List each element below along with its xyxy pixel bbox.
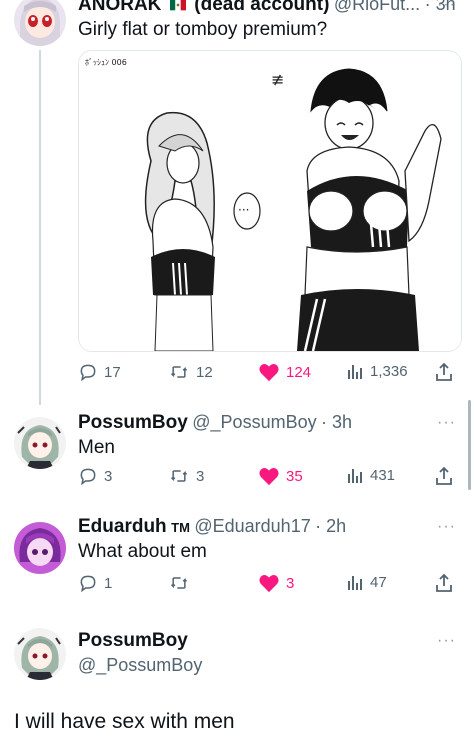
tweet3-text: What about em [78, 541, 207, 562]
profile-handle[interactable]: @_PossumBoy [78, 655, 202, 676]
heart-icon [259, 468, 279, 486]
artist-signature: ﾎﾞｯｼｭﾝ 006 [85, 58, 127, 67]
reply-count: 17 [104, 363, 121, 381]
like-count: 3 [286, 574, 295, 592]
tweet2-text: Men [78, 437, 115, 458]
tweet1-header: ANORAK (dead account) @RioFut... · 3h [78, 0, 456, 16]
retweet-icon [170, 366, 188, 378]
retweet-count: 3 [196, 467, 205, 485]
like-button[interactable]: 35 [258, 466, 303, 486]
retweet-button[interactable] [168, 573, 196, 593]
reply-icon [80, 468, 96, 486]
views-count: 47 [370, 573, 387, 591]
more-options-icon[interactable]: ··· [437, 518, 456, 536]
thread-connector [39, 50, 41, 405]
reply-count: 3 [104, 467, 113, 485]
views-count: 1,336 [370, 362, 408, 380]
like-button[interactable]: 124 [258, 362, 311, 382]
tweet3-actions: 1 3 47 [78, 573, 460, 597]
views-icon [348, 469, 362, 483]
retweet-icon [170, 577, 188, 589]
timestamp[interactable]: · 3h [321, 412, 352, 432]
share-button[interactable] [434, 466, 454, 486]
views-icon [348, 365, 362, 379]
views-count: 431 [370, 466, 396, 484]
share-button[interactable] [434, 573, 454, 593]
heart-icon [259, 575, 279, 593]
tweet2-header: PossumBoy @_PossumBoy · 3h [78, 412, 352, 434]
mexico-flag-icon [169, 0, 186, 11]
name-suffix: TM [171, 520, 190, 535]
share-icon [436, 466, 452, 485]
share-icon [436, 362, 452, 381]
motion-mark: ≢ [271, 70, 284, 89]
more-options-icon[interactable]: ··· [437, 0, 456, 14]
like-count: 35 [286, 467, 303, 485]
retweet-count: 12 [196, 363, 213, 381]
share-button[interactable] [434, 362, 454, 382]
display-name[interactable]: Eduarduh [78, 516, 167, 537]
heart-icon [259, 364, 279, 382]
tweet2-actions: 3 3 35 431 [78, 466, 460, 490]
like-button[interactable]: 3 [258, 573, 294, 593]
reply-count: 1 [104, 574, 113, 592]
avatar-possumboy-profile[interactable] [14, 628, 66, 680]
handle[interactable]: @RioFut... [334, 0, 420, 14]
tweet1-actions: 17 12 124 1,336 [78, 362, 460, 386]
reply-button[interactable]: 17 [78, 362, 121, 382]
more-options-icon[interactable]: ··· [437, 632, 456, 650]
reply-icon [80, 364, 96, 382]
display-name[interactable]: ANORAK [78, 0, 161, 15]
reply-icon [80, 575, 96, 593]
more-options-icon[interactable]: ··· [437, 414, 456, 432]
handle[interactable]: @Eduarduh17 [194, 516, 310, 536]
avatar-anorak[interactable] [14, 0, 66, 46]
share-icon [436, 573, 452, 592]
tweet1-text: Girly flat or tomboy premium? [78, 19, 328, 40]
retweet-icon [170, 470, 188, 482]
tweet3-header: Eduarduh TM @Eduarduh17 · 2h [78, 516, 346, 538]
name-suffix: (dead account) [194, 0, 330, 15]
scrollbar[interactable] [468, 400, 471, 490]
views-icon [348, 576, 362, 590]
profile-display-name[interactable]: PossumBoy [78, 630, 188, 652]
caption-text: I will have sex with men [14, 710, 235, 733]
timestamp[interactable]: · 2h [315, 516, 346, 536]
like-count: 124 [286, 363, 312, 381]
retweet-button[interactable]: 3 [168, 466, 204, 486]
views-button[interactable]: 431 [346, 466, 395, 484]
tweet-media-image[interactable]: ﾎﾞｯｼｭﾝ 006 ··· ≢ [78, 50, 462, 352]
manga-illustration: ﾎﾞｯｼｭﾝ 006 ··· ≢ [79, 51, 461, 351]
views-button[interactable]: 47 [346, 573, 387, 591]
avatar-possumboy[interactable] [14, 417, 66, 469]
handle[interactable]: @_PossumBoy [192, 412, 316, 432]
avatar-eduarduh[interactable] [14, 522, 66, 574]
reply-button[interactable]: 1 [78, 573, 112, 593]
retweet-button[interactable]: 12 [168, 362, 213, 382]
display-name[interactable]: PossumBoy [78, 412, 188, 433]
speech-bubble-text: ··· [238, 203, 249, 217]
views-button[interactable]: 1,336 [346, 362, 408, 380]
reply-button[interactable]: 3 [78, 466, 112, 486]
